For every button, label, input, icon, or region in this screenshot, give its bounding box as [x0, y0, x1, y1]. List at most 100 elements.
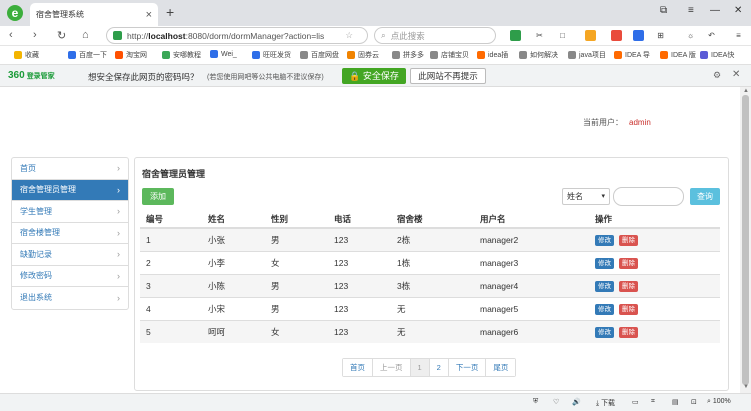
zoom-status[interactable]: ⌕ 100%	[707, 398, 731, 406]
window-restore-icon[interactable]: ⧉	[660, 5, 667, 16]
sidebar-item-label: 学生管理	[20, 206, 52, 216]
cell-id: 5	[140, 319, 202, 343]
bookmark-item[interactable]: java项目	[568, 50, 606, 60]
search-field-select[interactable]: 姓名 ▾	[562, 188, 610, 205]
delete-button[interactable]: 删除	[619, 303, 638, 315]
bookmark-item[interactable]: 收藏	[14, 50, 39, 60]
delete-button[interactable]: 删除	[619, 280, 638, 292]
edit-button[interactable]: 修改	[595, 280, 614, 292]
close-icon[interactable]: ✕	[732, 69, 740, 80]
game-extension-icon[interactable]	[611, 30, 622, 41]
home-icon[interactable]: ⌂	[82, 29, 89, 41]
translate-icon[interactable]	[633, 30, 644, 41]
never-remind-button[interactable]: 此网站不再提示	[410, 68, 486, 84]
url-prefix: http://	[127, 30, 149, 41]
bookmark-item[interactable]: 旺旺发货	[252, 50, 291, 60]
address-bar[interactable]: http://localhost:8080/dorm/dormManager?a…	[106, 27, 368, 44]
window-icon[interactable]: ▭	[632, 398, 639, 406]
undo-icon[interactable]: ↶	[706, 30, 717, 41]
scrollbar-thumb[interactable]	[742, 95, 749, 385]
download-status[interactable]: ⤓ 下载	[596, 398, 615, 408]
settings-menu-icon[interactable]: ≡	[688, 5, 694, 16]
new-tab-icon[interactable]: +	[166, 4, 174, 20]
cell-phone: 123	[328, 296, 391, 320]
pager-last[interactable]: 尾页	[486, 359, 516, 376]
edit-button[interactable]: 修改	[595, 234, 614, 246]
sidebar-item-students[interactable]: 学生管理 ›	[12, 201, 128, 223]
bookmark-favicon-icon	[660, 51, 668, 59]
bookmark-item[interactable]: 百度一下	[68, 50, 107, 60]
gear-icon[interactable]: ⚙	[713, 70, 721, 81]
bookmark-label: 固券云	[358, 52, 379, 59]
bookmark-item[interactable]: Wei_	[210, 50, 237, 58]
back-icon[interactable]: ‹	[9, 29, 13, 41]
page-icon[interactable]: ▤	[672, 398, 679, 406]
browser-search-box[interactable]: ⌕ 点此搜索	[374, 27, 496, 44]
screenshot-icon[interactable]: □	[557, 30, 568, 41]
bookmark-item[interactable]: 百度网盘	[300, 50, 339, 60]
bookmark-favicon-icon	[68, 51, 76, 59]
bookmark-label: IDEA 版	[671, 52, 696, 59]
delete-button[interactable]: 删除	[619, 234, 638, 246]
search-input[interactable]	[613, 187, 684, 206]
sidebar-item-dorm-manager[interactable]: 宿舍管理员管理 ›	[12, 179, 128, 201]
bookmark-star-icon[interactable]: ☆	[345, 30, 353, 41]
tab-close-icon[interactable]: ×	[146, 9, 152, 21]
bookmark-item[interactable]: 安哪教程	[162, 50, 201, 60]
window-minimize-icon[interactable]: —	[710, 5, 720, 16]
menu-icon[interactable]: ≡	[733, 30, 744, 41]
shield-status-icon[interactable]: ⛨	[533, 398, 538, 406]
edit-button[interactable]: 修改	[595, 303, 614, 315]
sidebar-item-home[interactable]: 首页 ›	[12, 158, 128, 180]
pager-page-1[interactable]: 1	[410, 359, 430, 376]
cell-building: 3栋	[391, 273, 474, 297]
bookmark-item[interactable]: 拼多多	[392, 50, 424, 60]
crop-icon[interactable]: ⌗	[651, 398, 655, 406]
tab-active[interactable]: 宿舍管理系统 ×	[30, 3, 158, 26]
capture-icon[interactable]: ⊡	[691, 398, 697, 406]
column-header: 姓名	[202, 210, 265, 229]
heart-icon[interactable]: ♡	[553, 398, 559, 406]
safe-save-button[interactable]: 🔒 安全保存	[342, 68, 406, 84]
cell-name: 呵呵	[202, 319, 265, 343]
bookmark-label: java项目	[579, 52, 606, 59]
scroll-down-icon[interactable]: ▼	[743, 384, 749, 390]
edit-button[interactable]: 修改	[595, 257, 614, 269]
bookmark-item[interactable]: 固券云	[347, 50, 379, 60]
pager-prev[interactable]: 上一页	[373, 359, 411, 376]
bookmark-item[interactable]: 如何解决	[519, 50, 558, 60]
pager-first[interactable]: 首页	[343, 359, 373, 376]
brightness-icon[interactable]: ☼	[685, 30, 696, 41]
sidebar-item-absence[interactable]: 缺勤记录 ›	[12, 244, 128, 266]
bookmark-favicon-icon	[162, 51, 170, 59]
column-header: 编号	[140, 210, 202, 229]
forward-icon[interactable]: ›	[33, 29, 37, 41]
bookmark-item[interactable]: IDEA快	[700, 50, 734, 60]
bookmark-item[interactable]: 淘宝网	[115, 50, 147, 60]
bookmark-item[interactable]: IDEA 版	[660, 50, 696, 60]
scroll-up-icon[interactable]: ▲	[743, 88, 749, 94]
reload-icon[interactable]: ↻	[57, 29, 66, 42]
delete-button[interactable]: 删除	[619, 326, 638, 338]
vertical-scrollbar[interactable]: ▲ ▼	[740, 87, 751, 393]
sidebar-item-logout[interactable]: 退出系统 ›	[12, 287, 128, 309]
sidebar-item-password[interactable]: 修改密码 ›	[12, 266, 128, 287]
window-close-icon[interactable]: ✕	[734, 5, 742, 16]
edit-button[interactable]: 修改	[595, 326, 614, 338]
pager-next[interactable]: 下一页	[448, 359, 487, 376]
search-button[interactable]: 查询	[690, 188, 720, 205]
bookmark-item[interactable]: IDEA 导	[614, 50, 650, 60]
grid-apps-icon[interactable]: ⊞	[655, 30, 666, 41]
speaker-icon[interactable]: 🔊	[572, 398, 581, 406]
delete-button[interactable]: 删除	[619, 257, 638, 269]
cell-phone: 123	[328, 273, 391, 297]
sidebar-item-label: 退出系统	[20, 293, 52, 303]
bookmark-item[interactable]: idea插	[477, 50, 508, 60]
cut-icon[interactable]: ✂	[534, 30, 545, 41]
extension-green-icon[interactable]	[510, 30, 521, 41]
sidebar-item-buildings[interactable]: 宿舍楼管理 ›	[12, 223, 128, 244]
add-button[interactable]: 添加	[142, 188, 174, 205]
bookmark-item[interactable]: 店铺宝贝	[430, 50, 469, 60]
pager-page-2[interactable]: 2	[429, 359, 449, 376]
shield-extension-icon[interactable]	[585, 30, 596, 41]
